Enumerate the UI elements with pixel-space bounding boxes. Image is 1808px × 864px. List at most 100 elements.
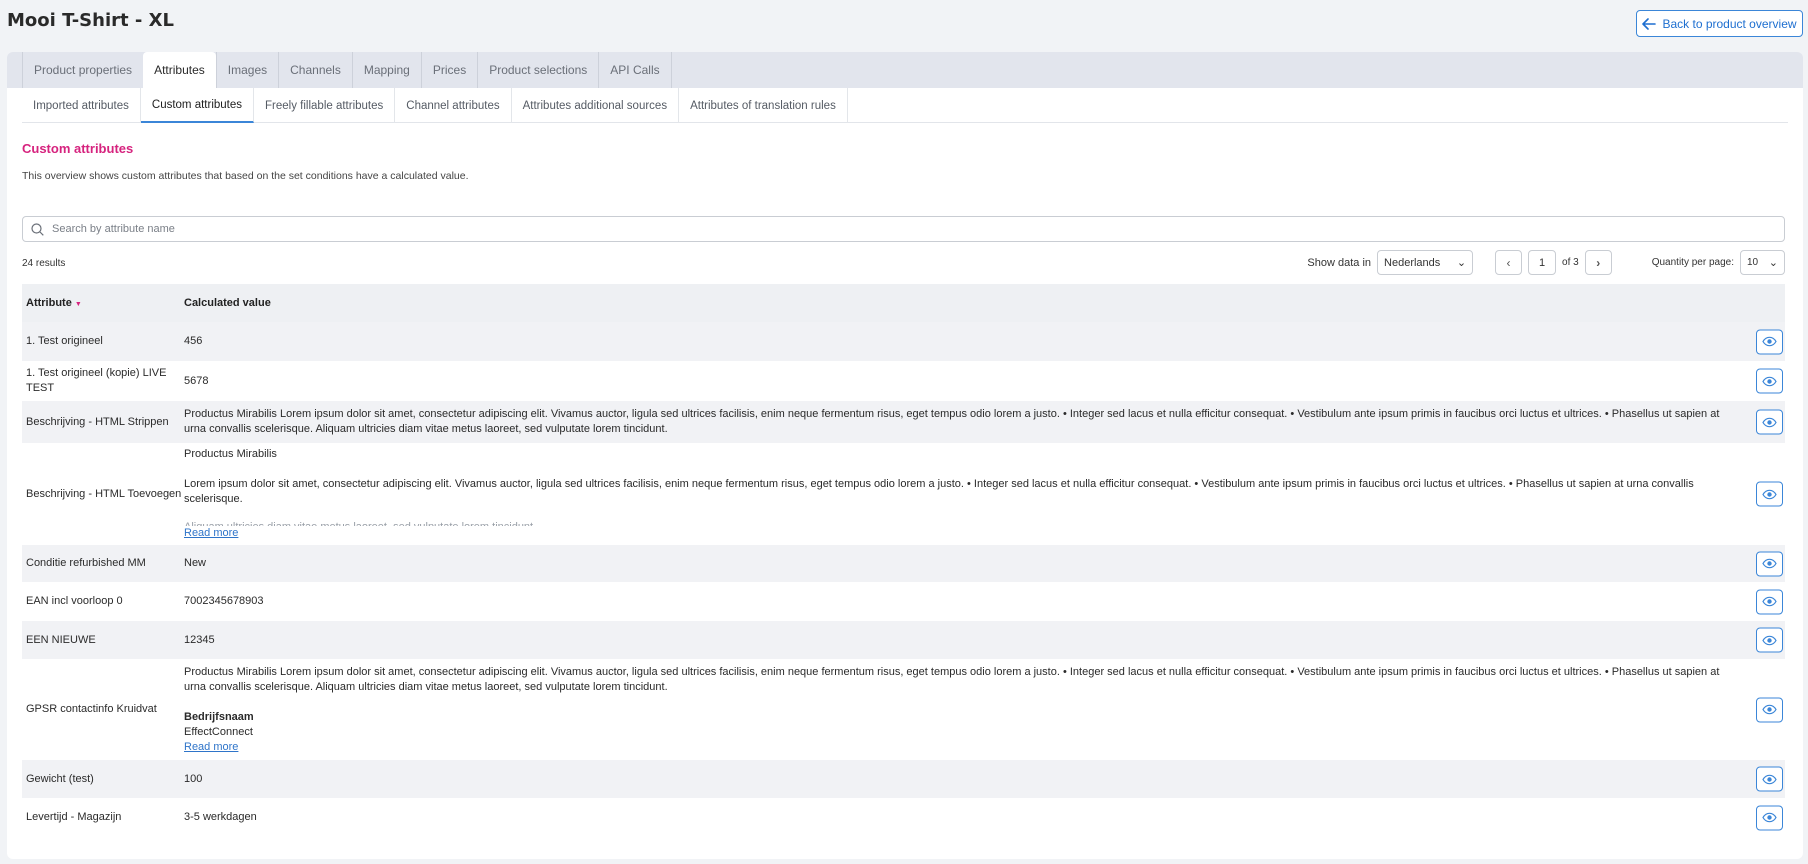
table-row: GPSR contactinfo Kruidvat Productus Mira…	[22, 659, 1785, 760]
attribute-name: Beschrijving - HTML Strippen	[26, 415, 169, 428]
table-row: Levertijd - Magazijn 3-5 werkdagen	[22, 798, 1785, 837]
page-total: of 3	[1562, 257, 1579, 268]
read-more-link[interactable]: Read more	[184, 741, 238, 753]
next-page-button[interactable]: ›	[1584, 250, 1612, 275]
calculated-value-block: Productus Mirabilis Lorem ipsum dolor si…	[184, 447, 1739, 541]
language-value: Nederlands	[1384, 256, 1441, 269]
attribute-name: GPSR contactinfo Kruidvat	[26, 703, 157, 715]
calculated-value-heading: Bedrijfsnaam	[184, 710, 254, 723]
tab-images[interactable]: Images	[215, 52, 278, 88]
attribute-name: EEN NIEUWE	[26, 633, 96, 646]
eye-icon	[1762, 489, 1777, 499]
calculated-value: 3-5 werkdagen	[184, 811, 257, 823]
arrow-left-icon	[1642, 17, 1657, 30]
subtab-imported-attributes[interactable]: Imported attributes	[22, 88, 141, 123]
section-description: This overview shows custom attributes th…	[22, 170, 469, 182]
view-button[interactable]	[1756, 627, 1783, 653]
tab-product-properties[interactable]: Product properties	[22, 52, 143, 88]
column-header-attribute[interactable]: Attribute ▼	[22, 297, 184, 309]
view-button[interactable]	[1756, 329, 1783, 354]
eye-icon	[1762, 774, 1777, 784]
calculated-value-extra: EffectConnect	[184, 725, 253, 738]
table-controls: Show data in Nederlands ⌄ ‹ 1 of 3 › Qua…	[1307, 250, 1785, 275]
calculated-value: New	[184, 557, 207, 569]
view-button[interactable]	[1756, 481, 1783, 507]
eye-icon	[1762, 635, 1777, 645]
attribute-name: Beschrijving - HTML Toevoegen	[26, 487, 182, 500]
attribute-name: 1. Test origineel (kopie) LIVE TEST	[26, 367, 167, 394]
tab-prices[interactable]: Prices	[420, 52, 477, 88]
tab-product-selections[interactable]: Product selections	[477, 52, 598, 88]
calculated-value-title: Productus Mirabilis	[184, 448, 277, 460]
table-row: Beschrijving - HTML Toevoegen Productus …	[22, 443, 1785, 545]
attributes-panel: Imported attributes Custom attributes Fr…	[7, 88, 1803, 859]
table-row: EAN incl voorloop 0 7002345678903	[22, 582, 1785, 621]
calculated-value: 100	[184, 772, 203, 785]
calculated-value: Lorem ipsum dolor sit amet, consectetur …	[184, 478, 1694, 505]
page-number-input[interactable]: 1	[1528, 250, 1557, 275]
calculated-value-block: Productus Mirabilis Lorem ipsum dolor si…	[184, 665, 1739, 755]
table-row: Beschrijving - HTML Strippen Productus M…	[22, 401, 1785, 443]
view-button[interactable]	[1756, 368, 1783, 394]
view-button[interactable]	[1756, 805, 1783, 830]
table-row: Gewicht (test) 100	[22, 760, 1785, 798]
subtab-freely-fillable-attributes[interactable]: Freely fillable attributes	[254, 88, 396, 123]
show-data-label: Show data in	[1307, 256, 1372, 269]
page-title: Mooi T-Shirt - XL	[7, 10, 174, 31]
column-header-calculated-value: Calculated value	[184, 297, 271, 309]
back-button-label: Back to product overview	[1662, 16, 1797, 31]
calculated-value: 7002345678903	[184, 595, 264, 607]
chevron-down-icon: ⌄	[1456, 257, 1467, 269]
eye-icon	[1762, 812, 1777, 823]
results-count: 24 results	[22, 258, 66, 269]
attribute-subtabs: Imported attributes Custom attributes Fr…	[22, 88, 1788, 123]
table-row: EEN NIEUWE 12345	[22, 621, 1785, 659]
view-button[interactable]	[1756, 697, 1783, 722]
attribute-name: 1. Test origineel	[26, 335, 103, 347]
back-to-overview-button[interactable]: Back to product overview	[1636, 10, 1803, 37]
search-icon	[31, 222, 44, 236]
chevron-left-icon: ‹	[1506, 255, 1511, 270]
language-select[interactable]: Nederlands ⌄	[1377, 250, 1474, 275]
subtab-custom-attributes[interactable]: Custom attributes	[140, 88, 255, 123]
eye-icon	[1762, 376, 1777, 386]
attribute-name: Gewicht (test)	[26, 772, 94, 785]
calculated-value: 5678	[184, 374, 209, 387]
table-row: 1. Test origineel 456	[22, 322, 1785, 361]
tab-mapping[interactable]: Mapping	[351, 52, 421, 88]
quantity-select[interactable]: 10 ⌄	[1740, 250, 1785, 275]
eye-icon	[1762, 336, 1777, 347]
calculated-value: 456	[184, 335, 203, 347]
prev-page-button[interactable]: ‹	[1495, 250, 1523, 275]
view-button[interactable]	[1756, 409, 1783, 435]
search-box	[22, 216, 1785, 242]
attributes-table: Attribute ▼ Calculated value 1. Test orig…	[22, 284, 1785, 837]
main-tabs: Product properties Attributes Images Cha…	[7, 52, 1803, 88]
view-button[interactable]	[1756, 551, 1783, 576]
eye-icon	[1762, 704, 1777, 715]
eye-icon	[1762, 417, 1777, 427]
attribute-name: Levertijd - Magazijn	[26, 811, 122, 823]
calculated-value: 12345	[184, 633, 215, 646]
read-more-link[interactable]: Read more	[184, 527, 238, 539]
eye-icon	[1762, 558, 1777, 569]
chevron-down-icon: ⌄	[1768, 257, 1778, 269]
calculated-value: Productus Mirabilis Lorem ipsum dolor si…	[184, 665, 1720, 693]
view-button[interactable]	[1756, 766, 1783, 792]
tab-attributes[interactable]: Attributes	[143, 52, 216, 88]
eye-icon	[1762, 596, 1777, 607]
subtab-channel-attributes[interactable]: Channel attributes	[395, 88, 512, 123]
subtab-attributes-additional-sources[interactable]: Attributes additional sources	[512, 88, 680, 123]
sort-desc-icon: ▼	[74, 301, 82, 308]
chevron-right-icon: ›	[1596, 255, 1601, 270]
attribute-name: EAN incl voorloop 0	[26, 595, 123, 607]
subtab-attributes-translation-rules[interactable]: Attributes of translation rules	[679, 88, 848, 123]
attribute-name: Conditie refurbished MM	[26, 557, 146, 569]
section-title: Custom attributes	[22, 141, 134, 156]
tab-api-calls[interactable]: API Calls	[598, 52, 672, 88]
table-row: 1. Test origineel (kopie) LIVE TEST 5678	[22, 361, 1785, 401]
table-header: Attribute ▼ Calculated value	[22, 284, 1785, 322]
view-button[interactable]	[1756, 589, 1783, 614]
search-input[interactable]	[52, 223, 1752, 235]
tab-channels[interactable]: Channels	[278, 52, 352, 88]
